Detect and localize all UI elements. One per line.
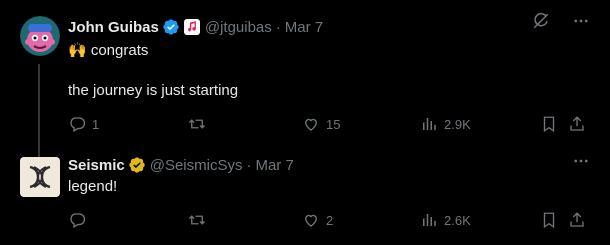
views-count: 2.6K xyxy=(444,212,471,228)
retweet-icon xyxy=(189,119,205,129)
tweet-header: Seismic @SeismicSys · Mar 7 xyxy=(68,154,590,176)
more-icon[interactable] xyxy=(572,12,590,30)
tweet-text-line: the journey is just starting xyxy=(68,82,239,99)
tweet-text-line: legend! xyxy=(68,178,118,195)
reply-icon xyxy=(70,213,86,228)
like-count: 15 xyxy=(326,116,341,132)
tweet-header: John Guibas @jtguibas · Mar 7 xyxy=(68,16,590,38)
reply-count: 1 xyxy=(92,116,100,132)
avatar[interactable] xyxy=(20,16,60,56)
views-button[interactable]: 2.6K xyxy=(420,208,471,232)
like-icon xyxy=(305,118,317,131)
reply-button[interactable] xyxy=(68,208,92,232)
bookmark-icon xyxy=(543,212,555,229)
author-handle[interactable]: @jtguibas xyxy=(205,19,272,36)
thread-connector xyxy=(38,64,40,159)
views-button[interactable]: 2.9K xyxy=(420,112,471,136)
bookmark-button[interactable] xyxy=(540,208,558,232)
share-icon xyxy=(570,116,584,131)
tweet-text-line: 🙌 congrats xyxy=(68,42,149,59)
music-badge-icon xyxy=(183,18,201,36)
retweet-button[interactable] xyxy=(188,112,206,136)
like-icon xyxy=(305,214,317,227)
tweet-top-actions xyxy=(532,10,590,32)
views-icon xyxy=(423,214,436,226)
like-button[interactable]: 15 xyxy=(302,112,340,136)
reply-icon xyxy=(70,117,86,132)
separator: · xyxy=(275,18,281,36)
grok-icon[interactable] xyxy=(532,12,550,30)
tweet-top-actions xyxy=(572,150,590,172)
author-name[interactable]: Seismic xyxy=(68,157,125,174)
more-icon[interactable] xyxy=(572,152,590,170)
views-count: 2.9K xyxy=(444,116,471,132)
separator: · xyxy=(246,156,252,174)
author-name[interactable]: John Guibas xyxy=(68,19,159,36)
retweet-icon xyxy=(189,215,205,225)
verified-icon xyxy=(162,18,180,36)
tweet[interactable]: Seismic @SeismicSys · Mar 7 legend! 2 2.… xyxy=(0,150,610,245)
share-button[interactable] xyxy=(568,208,586,232)
author-handle[interactable]: @SeismicSys xyxy=(150,157,243,174)
tweet[interactable]: John Guibas @jtguibas · Mar 7 🙌 congrats… xyxy=(0,10,610,159)
verified-icon xyxy=(128,156,146,174)
tweet-actions: 1 15 2.9K xyxy=(68,112,590,136)
share-button[interactable] xyxy=(568,112,586,136)
tweet-date[interactable]: Mar 7 xyxy=(285,19,323,36)
share-icon xyxy=(570,212,584,227)
bookmark-button[interactable] xyxy=(540,112,558,136)
reply-button[interactable]: 1 xyxy=(68,112,99,136)
avatar[interactable] xyxy=(20,157,60,197)
retweet-button[interactable] xyxy=(188,208,206,232)
tweet-actions: 2 2.6K xyxy=(68,208,590,232)
tweet-date[interactable]: Mar 7 xyxy=(255,157,293,174)
like-count: 2 xyxy=(326,212,334,228)
views-icon xyxy=(423,118,436,130)
like-button[interactable]: 2 xyxy=(302,208,333,232)
bookmark-icon xyxy=(543,116,555,133)
